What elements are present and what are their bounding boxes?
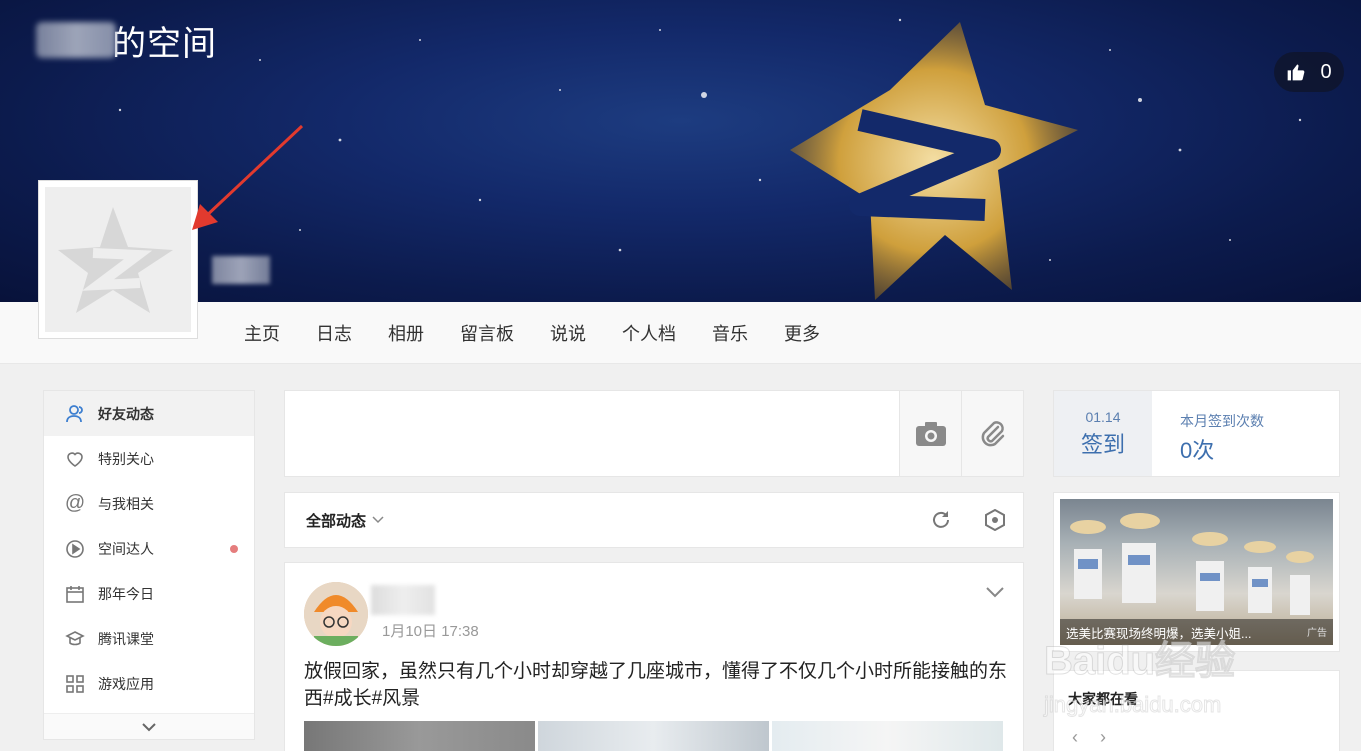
blurred-nickname <box>212 256 270 284</box>
post-author-avatar[interactable] <box>304 582 368 646</box>
nav-profile[interactable]: 个人档 <box>604 320 694 346</box>
sidebar-item-games[interactable]: 游戏应用 <box>44 661 254 706</box>
sidebar-item-label: 游戏应用 <box>98 675 154 692</box>
feed-settings-button[interactable] <box>982 507 1008 533</box>
post-content: 放假回家，虽然只有几个小时却穿越了几座城市，懂得了不仅几个小时所能接触的东西#成… <box>304 661 1008 709</box>
blurred-owner-name <box>36 22 116 58</box>
blurred-author-name <box>371 585 435 615</box>
calendar-icon <box>64 583 86 605</box>
apps-icon <box>64 673 86 695</box>
play-icon <box>64 538 86 560</box>
friends-icon <box>64 403 86 425</box>
sidebar-menu: 好友动态 特别关心 @ 与我相关 空间达人 那年今日 腾讯课堂 游戏应用 <box>43 390 255 740</box>
post-timestamp: 1月10日 17:38 <box>382 623 479 640</box>
feed-post: 1月10日 17:38 放假回家，虽然只有几个小时却穿越了几座城市，懂得了不仅几… <box>284 562 1024 751</box>
checkin-panel: 01.14 签到 本月签到次数 0次 <box>1053 390 1340 477</box>
ad-caption: 选美比赛现场终明爆，选美小姐... <box>1060 619 1333 645</box>
qzone-star-logo <box>790 22 1078 300</box>
nav-album[interactable]: 相册 <box>370 320 442 346</box>
sidebar-item-tencent-class[interactable]: 腾讯课堂 <box>44 616 254 661</box>
avatar[interactable] <box>38 180 198 339</box>
sidebar-item-label: 那年今日 <box>98 585 154 602</box>
checkin-button[interactable]: 01.14 签到 <box>1054 391 1152 476</box>
child-avatar-image <box>304 582 368 646</box>
refresh-icon <box>933 511 949 528</box>
sidebar-item-experts[interactable]: 空间达人 <box>44 526 254 571</box>
nav-moments[interactable]: 说说 <box>532 320 604 346</box>
attachment-button[interactable] <box>961 391 1023 476</box>
hexagon-settings-icon <box>985 509 1005 531</box>
feed-filter-bar: 全部动态 <box>284 492 1024 548</box>
at-icon: @ <box>64 492 86 514</box>
like-count: 0 <box>1320 60 1332 83</box>
post-menu-button[interactable] <box>985 585 1005 603</box>
sidebar-item-on-this-day[interactable]: 那年今日 <box>44 571 254 616</box>
post-composer <box>284 390 1024 477</box>
nav-more[interactable]: 更多 <box>766 320 838 346</box>
sidebar-item-label: 好友动态 <box>98 405 154 422</box>
refresh-button[interactable] <box>928 507 954 533</box>
chevron-left-icon[interactable]: ‹ <box>1072 727 1078 748</box>
thumbs-up-icon <box>1288 64 1305 81</box>
monthly-checkin-count: 0次 <box>1180 438 1215 463</box>
qzone-default-avatar-icon <box>58 206 173 313</box>
classroom-icon <box>64 628 86 650</box>
red-annotation-arrow <box>192 124 304 230</box>
nav-home[interactable]: 主页 <box>226 320 298 346</box>
post-image[interactable] <box>538 721 769 751</box>
ad-image: 选美比赛现场终明爆，选美小姐... 广告 <box>1060 499 1333 645</box>
sidebar-item-mentions[interactable]: @ 与我相关 <box>44 481 254 526</box>
heart-icon <box>64 448 86 470</box>
notification-dot <box>230 544 238 553</box>
default-avatar <box>45 187 191 332</box>
ad-card[interactable]: 选美比赛现场终明爆，选美小姐... 广告 <box>1053 492 1340 652</box>
space-title: 的空间 <box>36 18 217 63</box>
photo-upload-button[interactable] <box>899 391 961 476</box>
post-images <box>304 721 1003 751</box>
checkin-button-label: 签到 <box>1080 431 1125 457</box>
nav-music[interactable]: 音乐 <box>694 320 766 346</box>
feed-filter-label: 全部动态 <box>306 512 367 530</box>
post-image[interactable] <box>304 721 535 751</box>
sidebar-item-label: 特别关心 <box>98 450 154 467</box>
sidebar-expand-button[interactable] <box>44 713 254 739</box>
sidebar-item-friend-feed[interactable]: 好友动态 <box>44 391 254 436</box>
sidebar-item-label: 与我相关 <box>98 495 154 512</box>
chevron-down-icon <box>142 722 156 731</box>
sidebar-item-label: 腾讯课堂 <box>98 630 154 647</box>
chevron-down-icon <box>372 516 384 524</box>
post-input[interactable] <box>285 391 899 476</box>
nav-guestbook[interactable]: 留言板 <box>442 320 532 346</box>
ad-badge: 广告 <box>1307 628 1327 639</box>
main-nav: 主页 日志 相册 留言板 说说 个人档 音乐 更多 <box>0 302 1361 364</box>
sidebar-item-special-care[interactable]: 特别关心 <box>44 436 254 481</box>
monthly-checkin-label: 本月签到次数 <box>1180 413 1264 429</box>
post-image[interactable] <box>772 721 1003 751</box>
trending-title: 大家都在看 <box>1068 691 1138 707</box>
like-button[interactable]: 0 <box>1274 52 1344 92</box>
sidebar-item-label: 空间达人 <box>98 540 154 557</box>
chevron-down-icon <box>986 587 1004 598</box>
trending-panel: 大家都在看 ‹ › <box>1053 670 1340 751</box>
paperclip-icon <box>981 420 1004 446</box>
chevron-right-icon[interactable]: › <box>1100 727 1106 748</box>
camera-icon <box>915 421 946 446</box>
feed-filter-dropdown[interactable]: 全部动态 <box>306 493 384 547</box>
checkin-date: 01.14 <box>1085 408 1121 425</box>
nav-blog[interactable]: 日志 <box>298 320 370 346</box>
space-title-text: 的空间 <box>112 24 217 63</box>
